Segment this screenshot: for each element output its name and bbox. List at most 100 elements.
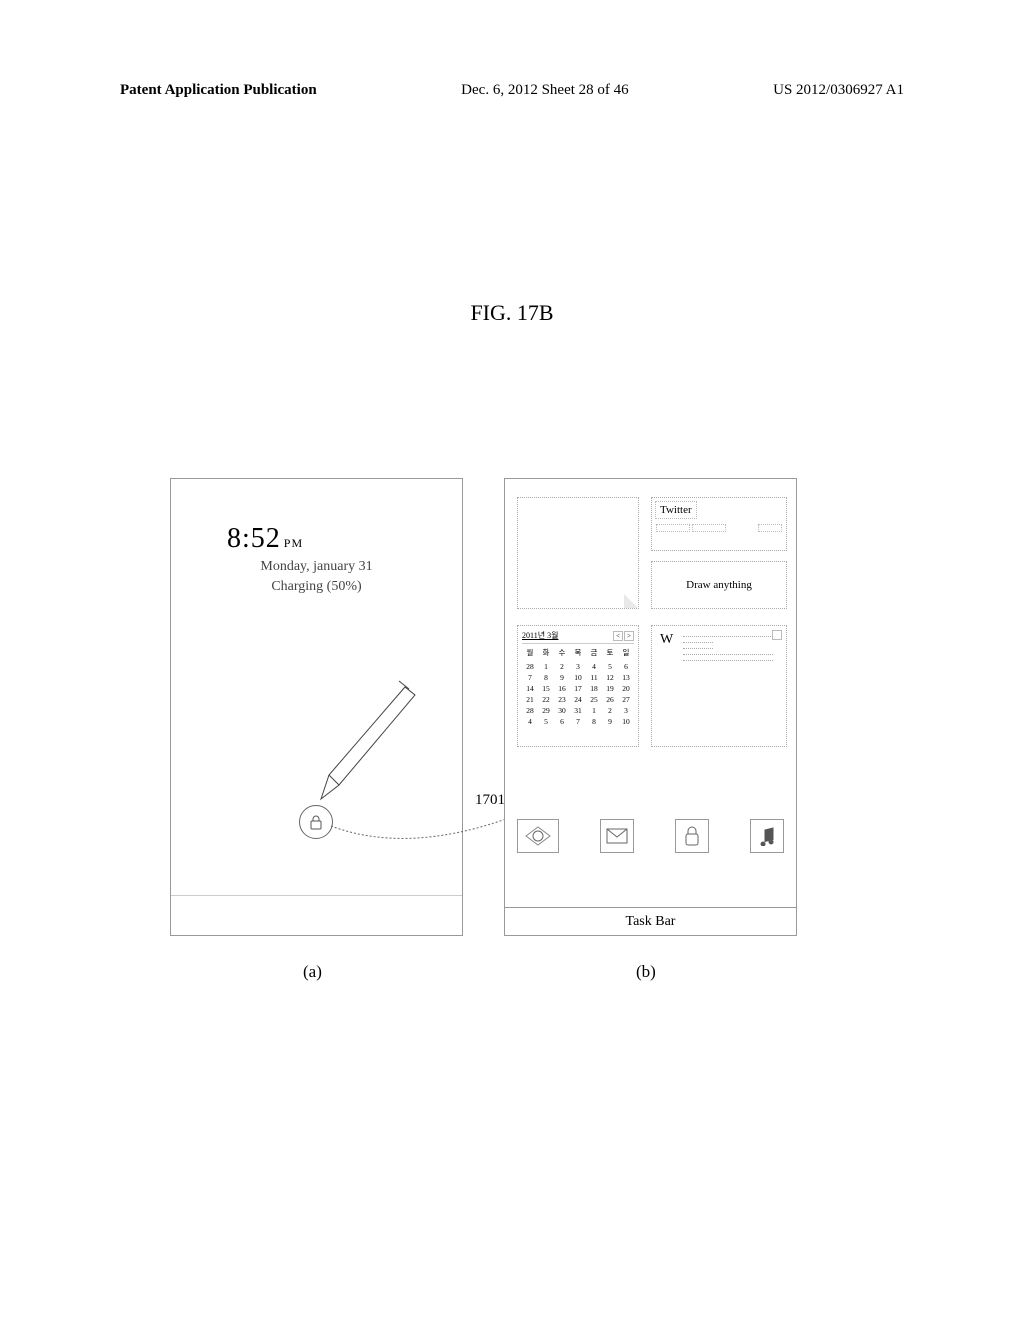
- music-app-icon[interactable]: [750, 819, 784, 853]
- calendar-next-button[interactable]: >: [624, 631, 634, 641]
- app-icon-row: [517, 819, 784, 853]
- close-icon[interactable]: [772, 630, 782, 640]
- placeholder-line: [758, 524, 782, 532]
- calendar-date[interactable]: 8: [586, 716, 602, 727]
- calendar-date[interactable]: 1: [538, 661, 554, 672]
- header-left: Patent Application Publication: [120, 82, 317, 99]
- placeholder-line: [656, 524, 690, 532]
- calendar-date[interactable]: 1: [586, 705, 602, 716]
- calendar-date[interactable]: 9: [554, 672, 570, 683]
- weather-letter: W: [660, 632, 673, 648]
- calendar-date[interactable]: 6: [618, 661, 634, 672]
- calendar-date[interactable]: 13: [618, 672, 634, 683]
- placeholder-line: [683, 660, 773, 662]
- calendar-month: 2011년 3월: [522, 630, 558, 641]
- clock-date: Monday, january 31: [260, 559, 372, 575]
- calendar-widget[interactable]: 2011년 3월 <> 월화수목금토일 28123456789101112131…: [517, 625, 639, 747]
- calendar-date[interactable]: 5: [602, 661, 618, 672]
- calendar-day-header: 월: [522, 646, 538, 659]
- placeholder-line: [683, 642, 713, 644]
- sticky-note-widget[interactable]: [517, 497, 639, 609]
- calendar-date[interactable]: 25: [586, 694, 602, 705]
- draw-widget-label: Draw anything: [686, 579, 752, 591]
- calendar-date[interactable]: 2: [602, 705, 618, 716]
- calendar-day-header: 일: [618, 646, 634, 659]
- calendar-date[interactable]: 16: [554, 683, 570, 694]
- placeholder-line: [692, 524, 726, 532]
- calendar-date[interactable]: 20: [618, 683, 634, 694]
- calendar-date[interactable]: 23: [554, 694, 570, 705]
- calendar-date[interactable]: 5: [538, 716, 554, 727]
- twitter-widget[interactable]: Twitter: [651, 497, 787, 551]
- calendar-date[interactable]: 10: [618, 716, 634, 727]
- calendar-date[interactable]: 17: [570, 683, 586, 694]
- calendar-date[interactable]: 19: [602, 683, 618, 694]
- calendar-date[interactable]: 28: [522, 705, 538, 716]
- lockscreen-footer: [171, 895, 462, 935]
- calendar-prev-button[interactable]: <: [613, 631, 623, 641]
- twitter-title: Twitter: [655, 501, 697, 519]
- pencil-icon: [311, 669, 421, 809]
- calendar-date[interactable]: 26: [602, 694, 618, 705]
- doc-header: Patent Application Publication Dec. 6, 2…: [0, 82, 1024, 99]
- calendar-day-headers: 월화수목금토일: [522, 646, 634, 659]
- clock-time: 8:52PM: [227, 523, 303, 555]
- calendar-date[interactable]: 28: [522, 661, 538, 672]
- calendar-date[interactable]: 24: [570, 694, 586, 705]
- panel-b-label: (b): [636, 962, 656, 982]
- calendar-date[interactable]: 30: [554, 705, 570, 716]
- calendar-date[interactable]: 2: [554, 661, 570, 672]
- panel-a-label: (a): [303, 962, 322, 982]
- figure-title: FIG. 17B: [470, 300, 553, 326]
- calendar-day-header: 토: [602, 646, 618, 659]
- calendar-date[interactable]: 8: [538, 672, 554, 683]
- taskbar-label: Task Bar: [626, 914, 676, 930]
- reference-numeral: 1701: [475, 792, 505, 809]
- envelope-icon: [606, 828, 628, 844]
- calendar-date[interactable]: 3: [618, 705, 634, 716]
- calendar-date[interactable]: 29: [538, 705, 554, 716]
- security-app-icon[interactable]: [675, 819, 709, 853]
- placeholder-line: [683, 648, 713, 650]
- placeholder-line: [683, 636, 773, 638]
- placeholder-line: [683, 654, 773, 656]
- calendar-date[interactable]: 11: [586, 672, 602, 683]
- calendar-dates: 2812345678910111213141516171819202122232…: [522, 661, 634, 727]
- unlock-button[interactable]: [299, 805, 333, 839]
- calendar-day-header: 금: [586, 646, 602, 659]
- page-curl-icon: [624, 594, 638, 608]
- weather-widget[interactable]: W: [651, 625, 787, 747]
- lock-icon: [684, 825, 700, 847]
- calendar-date[interactable]: 12: [602, 672, 618, 683]
- header-right: US 2012/0306927 A1: [773, 82, 904, 99]
- calendar-date[interactable]: 31: [570, 705, 586, 716]
- calendar-date[interactable]: 7: [570, 716, 586, 727]
- calendar-date[interactable]: 21: [522, 694, 538, 705]
- calendar-date[interactable]: 7: [522, 672, 538, 683]
- lock-icon: [309, 814, 323, 830]
- music-note-icon: [757, 826, 777, 846]
- calendar-date[interactable]: 4: [586, 661, 602, 672]
- calendar-date[interactable]: 18: [586, 683, 602, 694]
- calendar-date[interactable]: 22: [538, 694, 554, 705]
- lockscreen-panel: 8:52PM Monday, january 31 Charging (50%): [170, 478, 463, 936]
- calendar-date[interactable]: 4: [522, 716, 538, 727]
- calendar-day-header: 수: [554, 646, 570, 659]
- homescreen-panel: Twitter Draw anything 2011년 3월 <> 월화수목금토…: [504, 478, 797, 936]
- charging-status: Charging (50%): [271, 579, 361, 595]
- camera-app-icon[interactable]: [517, 819, 559, 853]
- calendar-day-header: 목: [570, 646, 586, 659]
- calendar-date[interactable]: 15: [538, 683, 554, 694]
- calendar-date[interactable]: 3: [570, 661, 586, 672]
- camera-icon: [524, 825, 552, 847]
- taskbar[interactable]: Task Bar: [505, 907, 796, 935]
- calendar-date[interactable]: 9: [602, 716, 618, 727]
- calendar-day-header: 화: [538, 646, 554, 659]
- mail-app-icon[interactable]: [600, 819, 634, 853]
- header-center: Dec. 6, 2012 Sheet 28 of 46: [461, 82, 628, 99]
- calendar-date[interactable]: 14: [522, 683, 538, 694]
- calendar-date[interactable]: 27: [618, 694, 634, 705]
- draw-widget[interactable]: Draw anything: [651, 561, 787, 609]
- calendar-date[interactable]: 6: [554, 716, 570, 727]
- calendar-date[interactable]: 10: [570, 672, 586, 683]
